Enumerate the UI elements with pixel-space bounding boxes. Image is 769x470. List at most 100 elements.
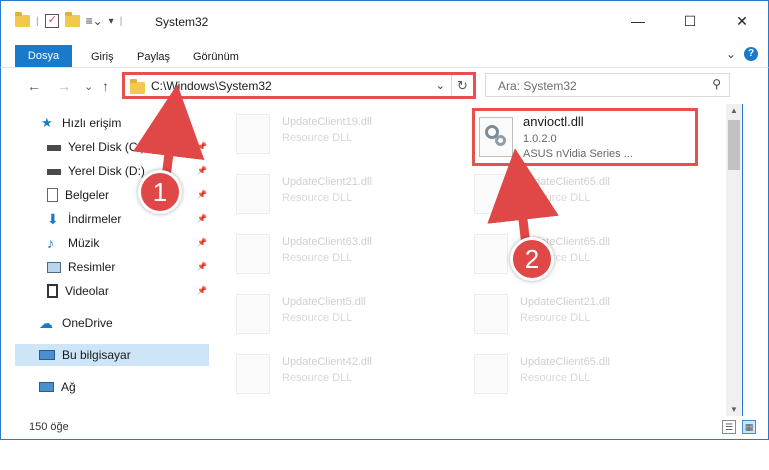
new-folder-icon[interactable] [64,12,80,27]
sidebar-item-label: Resimler [68,260,116,274]
dll-file-icon [236,174,270,214]
status-bar: 150 öğe ☰ ▦ [0,416,769,440]
up-button[interactable]: ↑ [102,78,109,94]
pin-icon: 📌 [197,190,207,199]
sidebar-item-quick-access[interactable]: ★ Hızlı erişim [41,112,121,134]
file-tile[interactable]: UpdateClient21.dll Resource DLL [212,168,432,218]
scroll-up-icon[interactable]: ▲ [730,106,738,115]
window-title: System32 [155,15,209,29]
help-icon[interactable]: ? [744,47,758,61]
dll-file-icon [236,354,270,394]
scroll-down-icon[interactable]: ▼ [730,405,738,414]
file-name: UpdateClient21.dll [282,176,372,188]
view-switcher: ☰ ▦ [722,420,756,434]
pin-icon: 📌 [197,238,207,247]
item-count: 150 öğe [29,421,69,433]
dll-file-icon [236,294,270,334]
tiles-view-icon[interactable]: ▦ [742,420,756,434]
file-name: UpdateClient5.dll [282,296,366,308]
file-name: UpdateClient65.dll [520,176,610,188]
file-type: Resource DLL [520,192,591,204]
sidebar-item-videos[interactable]: Videolar 📌 [47,280,207,302]
address-dropdown-icon[interactable]: ⌄ [436,79,445,92]
customize-toolbar-icon[interactable]: ≡⌄ [86,14,103,28]
tab-share[interactable]: Paylaş [125,46,182,68]
sidebar-item-documents[interactable]: Belgeler 📌 [47,184,207,206]
star-icon: ★ [41,115,53,130]
file-tile[interactable]: UpdateClient65.dll Resource DLL [450,168,670,218]
sidebar-item-label: Belgeler [65,188,110,202]
sidebar-item-pictures[interactable]: Resimler 📌 [47,256,207,278]
ribbon-collapse-icon[interactable]: ⌄ [726,47,736,61]
file-tile[interactable]: UpdateClient21.dll Resource DLL [450,288,670,338]
sidebar-item-local-disk-c[interactable]: Yerel Disk (C:) 📌 [47,136,207,158]
file-tile[interactable]: UpdateClient63.dll Resource DLL [212,228,432,278]
file-tile[interactable]: UpdateClient5.dll Resource DLL [212,288,432,338]
file-name: UpdateClient21.dll [520,296,610,308]
sidebar-item-label: Yerel Disk (D:) [68,164,145,178]
sidebar-item-label: Videolar [65,284,109,298]
file-name: UpdateClient63.dll [282,236,372,248]
computer-icon [39,350,55,360]
address-bar[interactable]: C:\Windows\System32 ⌄ ↻ [122,72,476,99]
sidebar-item-label: İndirmeler [68,212,122,226]
dll-file-icon [236,114,270,154]
recent-locations-button[interactable]: ⌄ [84,80,93,93]
properties-icon[interactable]: ✓ [44,14,59,28]
navigation-pane: ★ Hızlı erişim Yerel Disk (C:) 📌 Yerel D… [0,104,212,416]
file-description: ASUS nVidia Series ... [523,148,633,160]
pin-icon: 📌 [197,214,207,223]
maximize-button[interactable]: ☐ [664,1,716,41]
vertical-scrollbar[interactable]: ▲ ▼ [726,104,743,416]
dll-file-icon [474,294,508,334]
drive-icon [47,145,61,151]
search-icon[interactable]: ⚲ [712,77,721,91]
search-box[interactable]: Ara: System32 ⚲ [485,73,730,97]
sidebar-item-network[interactable]: Ağ [39,376,76,398]
step-2-badge: 2 [510,237,554,281]
toolbar-dropdown-icon[interactable]: ▾ [109,16,114,27]
refresh-button[interactable]: ↻ [451,75,473,96]
pin-icon: 📌 [197,166,207,175]
file-tile[interactable]: UpdateClient19.dll Resource DLL [212,108,432,158]
cloud-icon: ☁ [39,315,53,331]
back-button[interactable]: ← [27,78,41,94]
gear-icon [495,135,506,146]
tab-view[interactable]: Görünüm [181,46,251,68]
pin-icon: 📌 [197,262,207,271]
file-name: anvioctl.dll [523,114,584,129]
file-type: Resource DLL [520,372,591,384]
file-type: Resource DLL [282,132,353,144]
separator: | [119,15,123,27]
close-button[interactable]: ✕ [716,1,768,41]
highlighted-file-tile[interactable]: anvioctl.dll 1.0.2.0 ASUS nVidia Series … [472,108,698,166]
file-type: Resource DLL [282,192,353,204]
file-tile[interactable]: UpdateClient65.dll Resource DLL [450,348,670,398]
music-note-icon: ♪ [47,235,54,251]
scroll-thumb[interactable] [728,120,740,170]
film-icon [47,284,58,298]
forward-button[interactable]: → [57,78,71,94]
pin-icon: 📌 [197,142,207,151]
sidebar-item-local-disk-d[interactable]: Yerel Disk (D:) 📌 [47,160,207,182]
sidebar-item-this-pc[interactable]: Bu bilgisayar [39,344,131,366]
details-view-icon[interactable]: ☰ [722,420,736,434]
minimize-button[interactable]: — [612,1,664,41]
sidebar-item-label: OneDrive [62,316,113,330]
ribbon: Dosya Giriş Paylaş Görünüm ⌄ ? [0,42,769,68]
sidebar-item-onedrive[interactable]: ☁ OneDrive [39,312,113,334]
sidebar-item-label: Bu bilgisayar [62,348,131,362]
sidebar-item-music[interactable]: ♪ Müzik 📌 [47,232,207,254]
pin-icon: 📌 [197,286,207,295]
tab-home[interactable]: Giriş [79,46,126,68]
file-tile[interactable]: UpdateClient65.dll Resource DLL [450,228,670,278]
right-margin [743,104,769,416]
address-path[interactable]: C:\Windows\System32 [151,79,272,93]
drive-icon [47,169,61,175]
download-arrow-icon: ⬇ [47,211,59,227]
search-placeholder: Ara: System32 [498,79,577,93]
sidebar-item-downloads[interactable]: ⬇ İndirmeler 📌 [47,208,207,230]
folder-icon [130,79,145,94]
tab-file[interactable]: Dosya [15,45,72,67]
file-tile[interactable]: UpdateClient42.dll Resource DLL [212,348,432,398]
